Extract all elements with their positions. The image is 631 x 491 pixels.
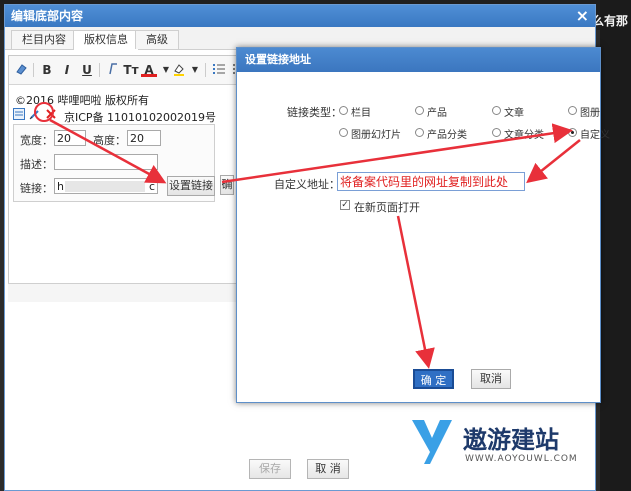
- link-type-label: 链接类型：: [287, 106, 342, 119]
- set-link-dialog: 设置链接地址 链接类型： 栏目 产品 文章 图册 图册幻灯片 产品分类 文章分类…: [236, 47, 610, 403]
- italic-button[interactable]: I: [59, 62, 75, 78]
- font-color-button[interactable]: A: [141, 62, 157, 77]
- radio-album[interactable]: [568, 106, 577, 115]
- custom-url-label: 自定义地址：: [274, 178, 340, 191]
- link-label: 链接：: [20, 182, 53, 195]
- toolbar-divider: [205, 63, 206, 77]
- radio-product[interactable]: [415, 106, 424, 115]
- close-icon[interactable]: ×: [576, 5, 589, 27]
- option-album-slideshow[interactable]: 图册幻灯片: [351, 126, 401, 141]
- custom-url-value: 将备案代码里的网址复制到此处: [340, 175, 509, 189]
- ok-button[interactable]: 确 定: [413, 369, 454, 389]
- toolbar-divider: [99, 63, 100, 77]
- link-input-value-tail: c: [148, 180, 155, 193]
- set-link-dialog-title: 设置链接地址: [237, 48, 600, 72]
- background-right-strip: [600, 0, 631, 491]
- font-style-icon[interactable]: [105, 62, 121, 78]
- option-custom[interactable]: 自定义: [580, 126, 610, 141]
- highlight-icon[interactable]: [171, 62, 187, 78]
- delete-image-icon[interactable]: [45, 108, 57, 120]
- new-window-label: 在新页面打开: [354, 201, 420, 214]
- link-input[interactable]: h c: [54, 178, 158, 194]
- radio-album-slideshow[interactable]: [339, 128, 348, 137]
- icp-line: 京ICP备 11010102002019号: [64, 111, 217, 124]
- height-label: 高度：: [93, 134, 126, 147]
- eraser-icon[interactable]: [13, 62, 29, 78]
- option-product[interactable]: 产品: [427, 104, 447, 119]
- dialog-title: 编辑底部内容: [11, 9, 84, 23]
- tab-column-content[interactable]: 栏目内容: [11, 30, 77, 49]
- brand-url: WWW.AOYOUWL.COM: [465, 454, 578, 464]
- bold-button[interactable]: B: [39, 62, 55, 78]
- brand-name: 遨游建站: [463, 426, 559, 454]
- set-link-button[interactable]: 设置链接: [167, 176, 215, 196]
- link-input-value: h: [57, 180, 64, 193]
- tab-advanced[interactable]: 高级: [135, 30, 179, 49]
- radio-article[interactable]: [492, 106, 501, 115]
- option-product-category[interactable]: 产品分类: [427, 126, 467, 141]
- radio-column[interactable]: [339, 106, 348, 115]
- font-size-button[interactable]: Tᴛ: [123, 62, 139, 78]
- description-input[interactable]: [54, 154, 158, 170]
- custom-url-input[interactable]: 将备案代码里的网址复制到此处: [337, 172, 525, 191]
- edit-link-icon[interactable]: [29, 108, 41, 120]
- option-article[interactable]: 文章: [504, 104, 524, 119]
- ordered-list-icon[interactable]: [211, 62, 227, 78]
- new-window-checkbox[interactable]: ✓: [340, 200, 350, 210]
- cancel-button[interactable]: 取 消: [307, 459, 349, 479]
- description-label: 描述：: [20, 158, 53, 171]
- toolbar-divider: [33, 63, 34, 77]
- radio-custom[interactable]: [568, 128, 577, 137]
- width-input[interactable]: 20: [54, 130, 86, 146]
- height-input[interactable]: 20: [127, 130, 161, 146]
- option-article-category[interactable]: 文章分类: [504, 126, 544, 141]
- tab-copyright[interactable]: 版权信息: [73, 30, 139, 50]
- radio-product-category[interactable]: [415, 128, 424, 137]
- radio-article-category[interactable]: [492, 128, 501, 137]
- width-label: 宽度：: [20, 134, 53, 147]
- edit-footer-dialog-titlebar: 编辑底部内容 ×: [5, 5, 595, 27]
- confirm-image-button[interactable]: 确: [220, 175, 234, 195]
- image-icon[interactable]: [13, 108, 25, 120]
- background-corner-text: 么有那: [592, 14, 629, 28]
- link-input-blurred-value: [65, 181, 145, 192]
- image-properties-panel: 宽度： 20 高度： 20 描述： 链接： h c 设置链接: [13, 124, 215, 202]
- chevron-down-icon[interactable]: ▼: [187, 62, 203, 78]
- copyright-line: ©2016 哔哩吧啦 版权所有: [15, 94, 149, 107]
- dialog-cancel-button[interactable]: 取消: [471, 369, 511, 389]
- option-column[interactable]: 栏目: [351, 104, 371, 119]
- save-button[interactable]: 保存: [249, 459, 291, 479]
- option-album[interactable]: 图册: [580, 104, 600, 119]
- underline-button[interactable]: U: [79, 62, 95, 78]
